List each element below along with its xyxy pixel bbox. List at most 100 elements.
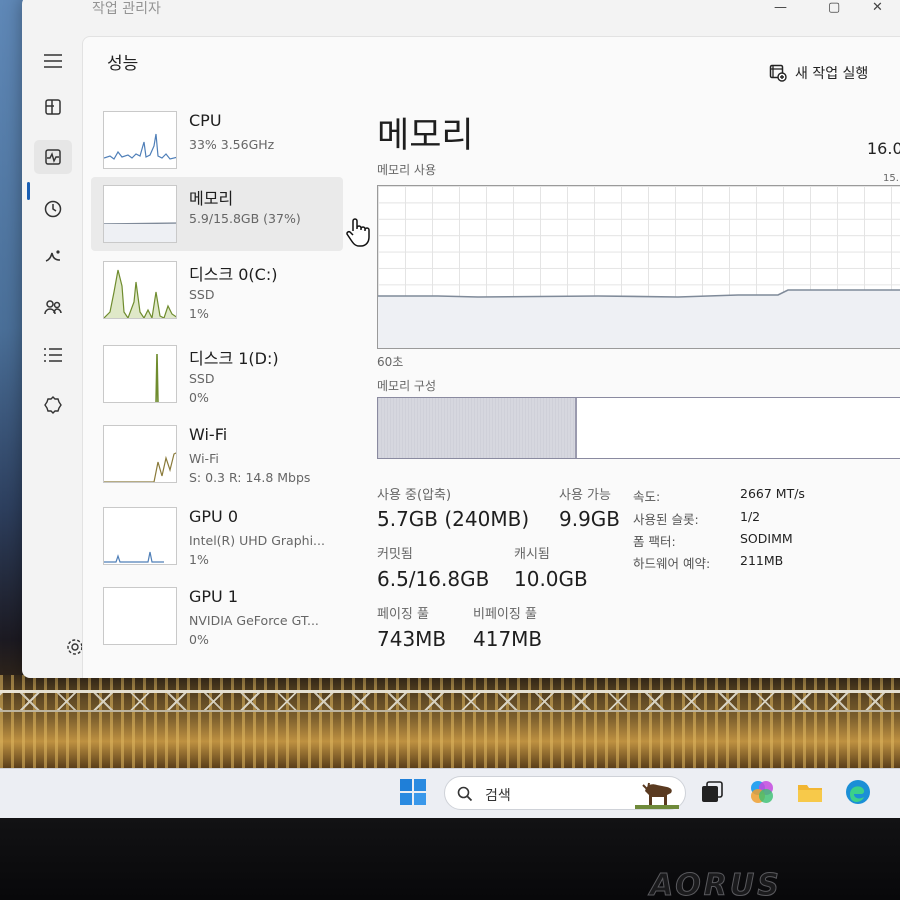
file-explorer-icon[interactable] <box>796 778 824 806</box>
memory-composition-bar <box>377 397 900 459</box>
processes-icon[interactable] <box>34 90 72 124</box>
resource-detail: Intel(R) UHD Graphi... <box>189 533 325 548</box>
resource-detail: NVIDIA GeForce GT... <box>189 613 319 628</box>
wifi-thumbnail-graph <box>103 425 177 483</box>
new-task-icon <box>769 64 787 82</box>
brand-logo: AORUS <box>650 868 782 900</box>
users-icon[interactable] <box>34 290 72 324</box>
page-title: 성능 <box>107 54 139 74</box>
memory-detail-panel: 메모리 16.0 메모리 사용 15. 60초 메모리 구성 사용 중(압축) … <box>377 97 900 677</box>
graph-max-label: 15. <box>883 173 899 184</box>
resource-item-disk-0[interactable]: 디스크 0(C:) SSD 1% <box>91 253 343 327</box>
cpu-thumbnail-graph <box>103 111 177 169</box>
resource-detail: SSD <box>189 287 215 302</box>
committed-value: 6.5/16.8GB <box>377 567 490 591</box>
details-icon[interactable] <box>34 338 72 372</box>
minimize-button[interactable]: — <box>774 0 787 15</box>
edge-icon[interactable] <box>844 778 872 806</box>
memory-total: 16.0 <box>867 139 900 158</box>
paged-pool-label: 페이징 풀 <box>377 607 429 622</box>
search-icon <box>457 786 473 802</box>
performance-icon[interactable] <box>34 140 72 174</box>
spec-slots-value: 1/2 <box>740 509 761 524</box>
resource-item-cpu[interactable]: CPU 33% 3.56GHz <box>91 103 343 177</box>
startup-apps-icon[interactable] <box>34 240 72 274</box>
nav-active-indicator <box>27 182 30 200</box>
maximize-button[interactable]: ▢ <box>828 0 840 15</box>
spec-speed-value: 2667 MT/s <box>740 486 805 501</box>
in-use-value: 5.7GB (240MB) <box>377 507 530 531</box>
taskbar: 검색 <box>0 768 900 818</box>
nav-rail <box>22 30 83 678</box>
resource-item-memory[interactable]: 메모리 5.9/15.8GB (37%) <box>91 177 343 251</box>
run-new-task-label: 새 작업 실행 <box>795 66 869 82</box>
resource-item-gpu-1[interactable]: GPU 1 NVIDIA GeForce GT... 0% <box>91 579 343 653</box>
spec-hw-reserved-value: 211MB <box>740 553 784 568</box>
memory-usage-graph <box>377 185 900 349</box>
hand-cursor-icon <box>345 217 371 251</box>
memory-composition-label: 메모리 구성 <box>377 379 437 393</box>
resource-usage: 0% <box>189 632 209 647</box>
resource-list: CPU 33% 3.56GHz 메모리 5.9/15.8GB (37%) 디스크… <box>91 97 349 677</box>
resource-detail: Wi-Fi <box>189 451 219 466</box>
spec-form-factor-key: 폼 팩터: <box>633 534 676 549</box>
disk1-thumbnail-graph <box>103 345 177 403</box>
time-axis-label: 60초 <box>377 355 404 369</box>
resource-item-gpu-0[interactable]: GPU 0 Intel(R) UHD Graphi... 1% <box>91 499 343 573</box>
resource-detail: 33% 3.56GHz <box>189 137 275 152</box>
resource-detail: 5.9/15.8GB (37%) <box>189 211 301 226</box>
services-icon[interactable] <box>34 388 72 422</box>
cached-value: 10.0GB <box>514 567 588 591</box>
memory-usage-label: 메모리 사용 <box>377 163 437 177</box>
task-view-icon[interactable] <box>698 778 726 806</box>
nonpaged-pool-value: 417MB <box>473 627 543 651</box>
gpu0-thumbnail-graph <box>103 507 177 565</box>
hamburger-menu-icon[interactable] <box>34 44 72 78</box>
taskbar-search-box[interactable]: 검색 <box>444 776 686 810</box>
detail-title: 메모리 <box>377 116 474 156</box>
resource-name: 디스크 1(D:) <box>189 349 279 368</box>
resource-item-wifi[interactable]: Wi-Fi Wi-Fi S: 0.3 R: 14.8 Mbps <box>91 417 343 491</box>
run-new-task-button[interactable]: 새 작업 실행 <box>769 63 868 83</box>
performance-page: 성능 새 작업 실행 CPU 33% 3.56GHz 메모리 5.9/15.8G… <box>82 36 900 678</box>
spec-speed-key: 속도: <box>633 489 661 504</box>
resource-detail: SSD <box>189 371 215 386</box>
title-bar[interactable]: 작업 관리자 — ▢ ✕ <box>22 0 900 30</box>
close-button[interactable]: ✕ <box>872 0 883 15</box>
resource-usage: 1% <box>189 306 209 321</box>
resource-name: 디스크 0(C:) <box>189 265 278 284</box>
memory-thumbnail-graph <box>103 185 177 243</box>
nonpaged-pool-label: 비페이징 풀 <box>473 607 537 622</box>
resource-usage: 0% <box>189 390 209 405</box>
laptop-bezel: AORUS <box>0 818 900 900</box>
task-manager-window: 작업 관리자 — ▢ ✕ 성능 새 작업 실행 CPU 33% 3.56GHz … <box>22 0 900 678</box>
cached-label: 캐시됨 <box>514 547 550 562</box>
paged-pool-value: 743MB <box>377 627 447 651</box>
resource-name: Wi-Fi <box>189 425 228 444</box>
spec-slots-key: 사용된 슬롯: <box>633 512 699 527</box>
windows-start-icon[interactable] <box>398 777 428 807</box>
spec-hw-reserved-key: 하드웨어 예약: <box>633 556 711 571</box>
spec-form-factor-value: SODIMM <box>740 531 793 546</box>
resource-name: CPU <box>189 111 222 130</box>
wallpaper-bridge <box>0 690 900 712</box>
search-highlight-moose-icon <box>635 782 679 809</box>
copilot-icon[interactable] <box>748 778 776 806</box>
resource-name: 메모리 <box>189 189 234 208</box>
gpu1-thumbnail-graph <box>103 587 177 645</box>
resource-usage: S: 0.3 R: 14.8 Mbps <box>189 470 311 485</box>
resource-item-disk-1[interactable]: 디스크 1(D:) SSD 0% <box>91 337 343 411</box>
search-placeholder: 검색 <box>485 788 511 804</box>
resource-name: GPU 0 <box>189 507 239 526</box>
available-label: 사용 가능 <box>559 488 611 503</box>
disk0-thumbnail-graph <box>103 261 177 319</box>
resource-name: GPU 1 <box>189 587 239 606</box>
in-use-label: 사용 중(압축) <box>377 488 452 503</box>
app-history-icon[interactable] <box>34 192 72 226</box>
committed-label: 커밋됨 <box>377 547 413 562</box>
window-title: 작업 관리자 <box>92 1 161 17</box>
resource-usage: 1% <box>189 552 209 567</box>
composition-in-use-segment <box>378 398 578 458</box>
available-value: 9.9GB <box>559 507 621 531</box>
memory-usage-line <box>378 289 900 348</box>
